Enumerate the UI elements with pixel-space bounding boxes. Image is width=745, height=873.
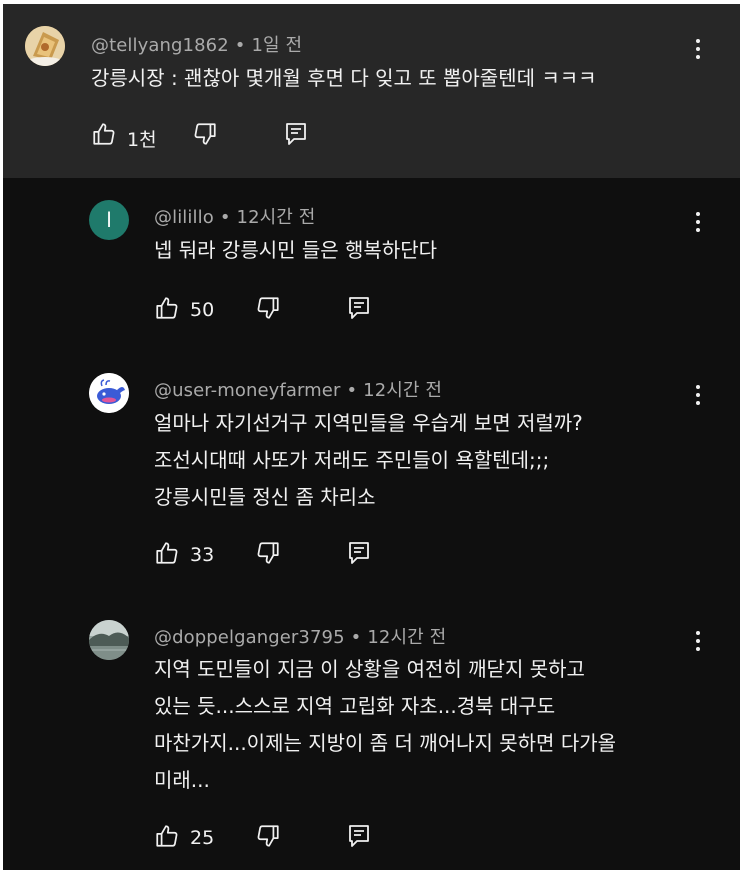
more-options-icon[interactable] — [688, 626, 708, 656]
reply-comment-icon — [349, 825, 369, 847]
comment-text-line: 지역 도민들이 지금 이 상황을 여전히 깨닫지 못하고 — [154, 657, 585, 681]
comment-actions: 33 — [154, 540, 414, 570]
more-options-icon[interactable] — [688, 207, 708, 237]
comment-meta: @tellyang1862 • 1일 전 — [91, 31, 302, 57]
thumbs-up-icon — [156, 825, 178, 847]
thumbs-up-icon — [156, 297, 178, 319]
comment-thread: @tellyang1862 • 1일 전 강릉시장 : 괜찮아 몇개월 후면 다 잊… — [3, 4, 740, 870]
comment-text-line: 있는 듯...스스로 지역 고립화 자초...경북 대구도 — [154, 694, 556, 718]
like-button[interactable] — [154, 823, 180, 849]
thumbs-down-icon — [257, 297, 279, 319]
comment-text: 얼마나 자기선거구 지역민들을 우습게 보면 저럴까? 조선시대때 사또가 저래… — [154, 405, 583, 516]
dislike-button[interactable] — [255, 540, 281, 566]
comment-text-line: 강릉시장 : 괜찮아 몇개월 후면 다 잊고 또 뽑아줄텐데 ㅋㅋㅋ — [91, 66, 597, 90]
timestamp[interactable]: 12시간 전 — [367, 627, 446, 648]
author-handle[interactable]: @user-moneyfarmer — [154, 380, 340, 401]
comment-text: 넵 둬라 강릉시민 들은 행복하단다 — [154, 232, 437, 269]
reply-comment-icon — [349, 542, 369, 564]
reply-comment-icon — [349, 297, 369, 319]
author-handle[interactable]: @tellyang1862 — [91, 35, 229, 56]
author-handle[interactable]: @doppelganger3795 — [154, 627, 345, 648]
like-button[interactable] — [154, 540, 180, 566]
like-count: 25 — [190, 827, 215, 849]
timestamp[interactable]: 1일 전 — [251, 35, 302, 56]
thumbs-down-icon — [194, 123, 216, 145]
reply-button[interactable] — [347, 295, 371, 321]
more-options-icon[interactable] — [688, 34, 708, 64]
reply-button[interactable] — [284, 121, 308, 147]
comment-text-line: 조선시대때 사또가 저래도 주민들이 욕할텐데;;; — [154, 448, 550, 472]
dislike-button[interactable] — [255, 823, 281, 849]
thumbs-up-icon — [156, 542, 178, 564]
like-count: 50 — [190, 299, 215, 321]
reply-button[interactable] — [347, 540, 371, 566]
separator-dot: • — [346, 380, 358, 401]
comment-text-line: 넵 둬라 강릉시민 들은 행복하단다 — [154, 238, 438, 262]
comment-text: 지역 도민들이 지금 이 상황을 여전히 깨닫지 못하고 있는 듯...스스로 … — [154, 651, 616, 799]
reply-button[interactable] — [347, 823, 371, 849]
separator-dot: • — [234, 35, 246, 56]
comment-text-line: 얼마나 자기선거구 지역민들을 우습게 보면 저럴까? — [154, 411, 583, 435]
landscape-avatar-icon[interactable] — [89, 620, 129, 660]
reply-comment-icon — [286, 123, 306, 145]
author-handle[interactable]: @lilillo — [154, 207, 214, 228]
comment-actions: 1천 — [91, 121, 351, 151]
dislike-button[interactable] — [192, 121, 218, 147]
comment-text: 강릉시장 : 괜찮아 몇개월 후면 다 잊고 또 뽑아줄텐데 ㅋㅋㅋ — [91, 60, 597, 97]
comment-meta: @lilillo • 12시간 전 — [154, 203, 315, 229]
like-count: 33 — [190, 544, 215, 566]
separator-dot: • — [219, 207, 231, 228]
comment-meta: @doppelganger3795 • 12시간 전 — [154, 623, 446, 649]
comment-text-line: 강릉시민들 정신 좀 차리소 — [154, 485, 376, 509]
thumbs-up-icon — [93, 123, 115, 145]
avatar-letter: l — [106, 208, 112, 232]
comment-text-line: 미래... — [154, 768, 210, 792]
timestamp[interactable]: 12시간 전 — [363, 380, 442, 401]
separator-dot: • — [350, 627, 362, 648]
thumbs-down-icon — [257, 825, 279, 847]
thumbs-down-icon — [257, 542, 279, 564]
letter-avatar-icon[interactable]: l — [89, 200, 129, 240]
food-avatar-icon[interactable] — [25, 26, 65, 66]
like-button[interactable] — [91, 121, 117, 147]
comment-actions: 25 — [154, 823, 414, 853]
like-count: 1천 — [127, 129, 157, 151]
dislike-button[interactable] — [255, 295, 281, 321]
whale-avatar-icon[interactable] — [89, 373, 129, 413]
like-button[interactable] — [154, 295, 180, 321]
comment-actions: 50 — [154, 295, 414, 325]
timestamp[interactable]: 12시간 전 — [237, 207, 316, 228]
more-options-icon[interactable] — [688, 380, 708, 410]
comment-text-line: 마찬가지...이제는 지방이 좀 더 깨어나지 못하면 다가올 — [154, 731, 617, 755]
comment-meta: @user-moneyfarmer • 12시간 전 — [154, 376, 442, 402]
